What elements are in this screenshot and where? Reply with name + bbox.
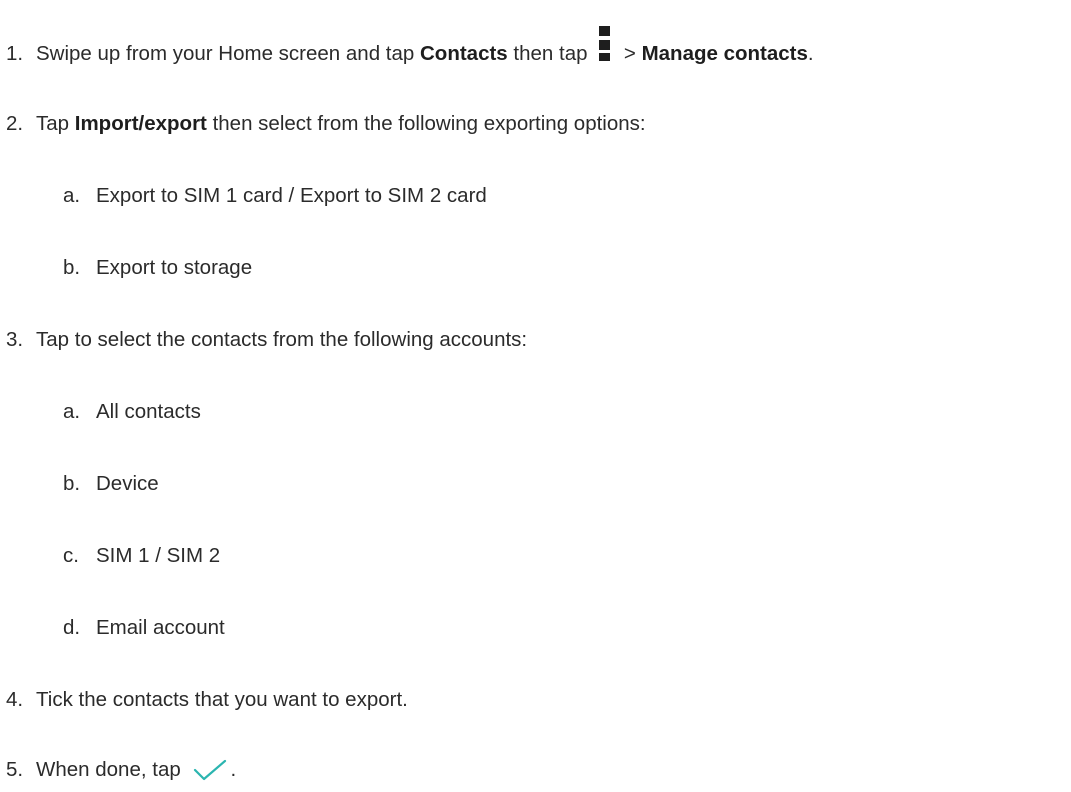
step-text: Tap [36, 112, 75, 135]
manage-contacts-label: Manage contacts [641, 42, 808, 65]
sub-text: Email account [96, 616, 225, 639]
sub-letter: a. [63, 184, 81, 207]
step-number: 4. [6, 688, 24, 711]
sub-step: a. All contacts [63, 398, 201, 426]
step-text: . [230, 758, 237, 781]
step-text: then select from the following exporting… [206, 112, 646, 135]
sub-text: Device [96, 472, 159, 495]
step-text: Tick the contacts that you want to expor… [36, 688, 408, 711]
step-1: 1. Swipe up from your Home screen and tap… [6, 26, 814, 68]
sub-step: c. SIM 1 / SIM 2 [63, 542, 220, 570]
step-5: 5. When done, tap . [6, 756, 236, 784]
sub-letter: d. [63, 616, 81, 639]
more-menu-icon [598, 26, 612, 62]
sub-text: Export to storage [96, 256, 253, 279]
sub-text: All contacts [96, 400, 201, 423]
sub-step: b. Device [63, 470, 159, 498]
step-2: 2. Tap Import/export then select from the… [6, 110, 646, 138]
sub-letter: b. [63, 472, 81, 495]
import-export-label: Import/export [74, 112, 207, 135]
step-text: > [618, 42, 642, 65]
sub-letter: a. [63, 400, 81, 423]
sub-text: SIM 1 / SIM 2 [96, 544, 221, 567]
contacts-label: Contacts [420, 42, 508, 65]
step-number: 3. [6, 328, 24, 351]
step-4: 4. Tick the contacts that you want to exp… [6, 686, 408, 714]
step-text: Swipe up from your Home screen and tap [36, 42, 420, 65]
sub-step: b. Export to storage [63, 254, 252, 282]
sub-step: a. Export to SIM 1 card / Export to SIM 2… [63, 182, 487, 210]
step-3: 3. Tap to select the contacts from the fo… [6, 326, 527, 354]
sub-text: Export to SIM 1 card / Export to SIM 2 c… [96, 184, 487, 207]
sub-letter: b. [63, 256, 81, 279]
step-text: then tap [507, 42, 594, 65]
step-text: . [807, 42, 814, 65]
sub-step: d. Email account [63, 614, 225, 642]
step-text: When done, tap [36, 758, 187, 781]
step-number: 5. [6, 758, 24, 781]
checkmark-icon [194, 759, 227, 781]
step-text: Tap to select the contacts from the foll… [36, 328, 528, 351]
step-number: 1. [6, 42, 24, 65]
step-number: 2. [6, 112, 24, 135]
sub-letter: c. [63, 544, 79, 567]
